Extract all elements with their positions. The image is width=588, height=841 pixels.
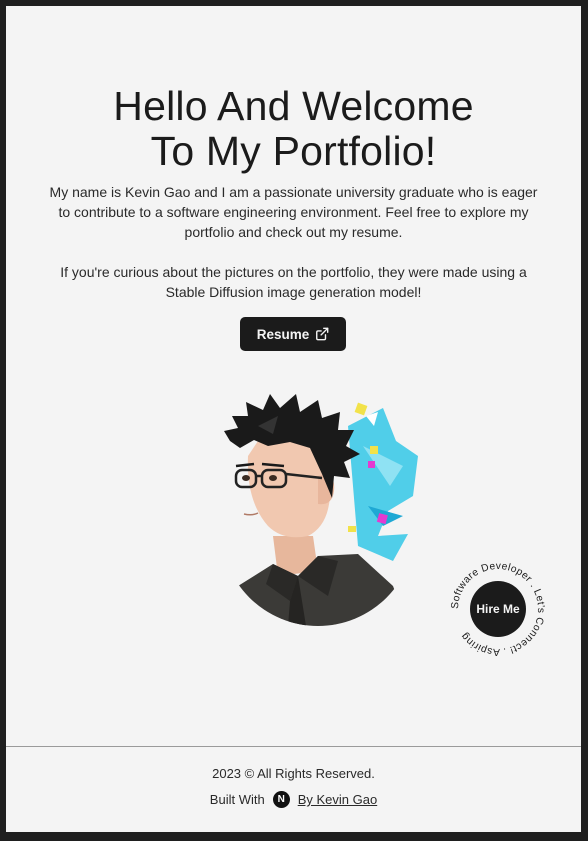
title-line-2: To My Portfolio!: [150, 128, 437, 174]
resume-button[interactable]: Resume: [240, 317, 346, 351]
footer-divider: [6, 746, 581, 747]
intro-paragraph-1: My name is Kevin Gao and I am a passiona…: [49, 184, 538, 240]
nextjs-logo-icon[interactable]: N: [272, 791, 290, 808]
hire-me-label: Hire Me: [476, 602, 520, 616]
page: Hello And Welcome To My Portfolio! My na…: [6, 6, 581, 832]
title-line-1: Hello And Welcome: [113, 83, 474, 129]
resume-button-label: Resume: [256, 326, 310, 342]
page-title: Hello And Welcome To My Portfolio!: [6, 84, 581, 174]
external-link-icon: [316, 327, 329, 341]
intro-paragraph-2: If you're curious about the pictures on …: [60, 264, 527, 300]
intro-text: My name is Kevin Gao and I am a passiona…: [46, 182, 541, 302]
portrait-illustration: [224, 394, 418, 626]
author-link[interactable]: By Kevin Gao: [298, 792, 378, 807]
built-with-row: Built With N By Kevin Gao: [6, 791, 581, 808]
copyright-text: 2023 © All Rights Reserved.: [212, 766, 375, 781]
hire-me-badge[interactable]: Software Developer . Let's Connect! . As…: [446, 557, 550, 661]
footer: 2023 © All Rights Reserved. Built With N…: [6, 766, 581, 808]
hire-me-button[interactable]: Hire Me: [470, 581, 526, 637]
built-with-label: Built With: [209, 792, 265, 807]
splash-decoration: [348, 402, 418, 561]
